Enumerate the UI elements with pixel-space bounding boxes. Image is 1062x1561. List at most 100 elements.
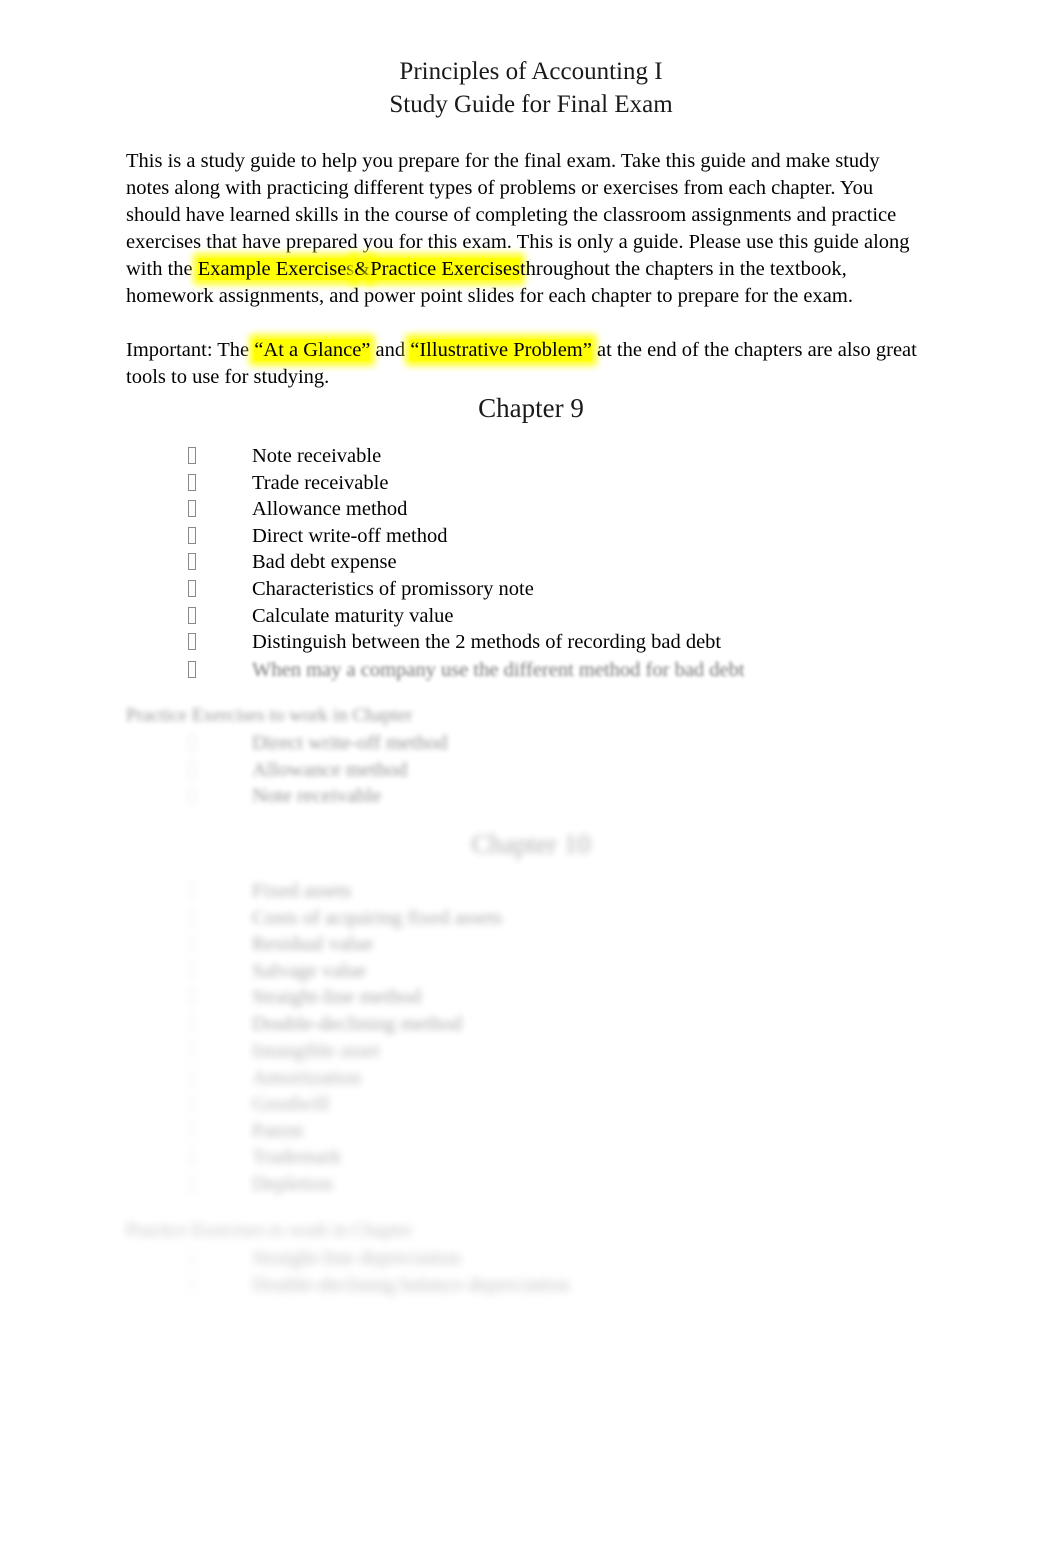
title-line-1: Principles of Accounting I [399,58,663,85]
list-item: Calculate maturity value [126,603,926,630]
bullet-icon [188,1014,196,1032]
chapter-10-practice-list: Straight-line depreciation Double-declin… [126,1245,926,1298]
chapter-9-heading: Chapter 9 [478,393,584,423]
list-item-label: Direct write-off method [252,732,448,754]
chapter-10-topic-list-continued: Intangible asset Amortization Goodwill P… [126,1038,926,1198]
list-item: Costs of acquiring fixed assets [126,905,926,932]
list-item: Characteristics of promissory note [126,576,926,603]
list-item: Straight-line depreciation [126,1245,926,1272]
bullet-icon [188,882,196,899]
list-item: Straight-line method [126,984,926,1011]
list-item: Fixed assets [126,878,926,905]
list-item: Distinguish between the 2 methods of rec… [126,629,926,656]
list-item: Note receivable [126,783,926,810]
intro-text-segment-2: & [354,258,371,280]
bullet-icon [188,908,196,926]
list-item-label: Goodwill [252,1093,330,1116]
list-item-label: Allowance method [252,498,408,521]
list-item: Double-declining balance depreciation [126,1272,926,1299]
list-item: Residual value [126,931,926,958]
bullet-icon [188,579,196,597]
bullet-icon [188,447,196,464]
chapter-9-practice-list: Direct write-off method Allowance method… [126,730,926,810]
list-item-label: Costs of acquiring fixed assets [252,906,503,929]
list-item: Bad debt expense [126,549,926,576]
list-item: Amortization [126,1065,926,1092]
bullet-icon [188,988,196,1006]
important-paragraph: Important: The “At a Glance” and “Illust… [126,337,926,391]
list-item-label: Double-declining method [252,1012,463,1035]
list-item: Note receivable [126,443,926,470]
list-item-label: Allowance method [252,758,408,781]
list-item: Direct write-off method [126,523,926,550]
list-item-label: Note receivable [252,785,382,808]
important-text-segment-2: and [370,339,411,361]
bullet-icon [188,1121,196,1139]
bullet-icon [188,553,196,571]
bullet-icon [188,1148,196,1166]
intro-paragraph: This is a study guide to help you prepar… [126,148,926,310]
chapter-10-topic-list: Fixed assets Costs of acquiring fixed as… [126,878,926,1038]
list-item-label: Note receivable [252,445,382,467]
list-item-label: Fixed assets [252,880,352,902]
list-item-label: Direct write-off method [252,524,448,547]
list-item: Goodwill [126,1091,926,1118]
list-item: Intangible asset [126,1038,926,1065]
list-item-label: Trademark [252,1146,342,1169]
bullet-icon [188,526,196,544]
list-item-label: Straight-line depreciation [252,1247,461,1269]
chapter-9-practice-label: Practice Exercises to work in Chapter [126,705,413,726]
chapter-10-practice-label: Practice Exercises to work in Chapter [126,1220,413,1241]
document-title: Principles of Accounting I Study Guide f… [0,55,1062,121]
bullet-icon [188,1174,196,1192]
highlight-example-exercises: Example Exercises [197,258,355,280]
bullet-icon [188,633,196,651]
bullet-icon [188,935,196,953]
title-line-2: Study Guide for Final Exam [389,91,673,118]
highlight-illustrative-problem: “Illustrative Problem” [410,339,592,361]
document-page: Principles of Accounting I Study Guide f… [0,0,1062,1561]
list-item-label: Residual value [252,933,374,956]
bullet-icon [188,473,196,491]
bullet-icon [188,1068,196,1086]
bullet-icon [188,1042,196,1059]
list-item-label: Straight-line method [252,986,422,1009]
bullet-icon [188,1249,196,1266]
bullet-icon [188,787,196,805]
highlight-at-a-glance: “At a Glance” [254,339,371,361]
list-item-label: Patent [252,1119,304,1142]
list-item: Patent [126,1118,926,1145]
list-item: Allowance method [126,757,926,784]
bullet-icon [188,734,196,751]
list-item-label: Intangible asset [252,1040,381,1062]
list-item: Salvage value [126,958,926,985]
list-item-label: When may a company use the different met… [252,659,745,681]
list-item-label: Amortization [252,1066,362,1089]
bullet-icon [188,760,196,778]
list-item-label: Depletion [252,1172,333,1195]
bullet-icon [188,500,196,518]
bullet-icon [188,961,196,979]
list-item-label: Salvage value [252,959,367,982]
list-item-label: Characteristics of promissory note [252,577,534,600]
bullet-icon [188,606,196,624]
list-item: Trademark [126,1144,926,1171]
bullet-icon [188,1275,196,1293]
bullet-icon [188,661,196,678]
list-item: Depletion [126,1171,926,1198]
list-item-label: Trade receivable [252,471,389,494]
important-text-segment-1: Important: The [126,339,255,361]
list-item: Trade receivable [126,470,926,497]
chapter-9-topic-list: Note receivable Trade receivable Allowan… [126,443,926,656]
list-item: When may a company use the different met… [126,657,926,684]
list-item: Allowance method [126,496,926,523]
highlight-practice-exercises: Practice Exercises [370,258,520,280]
list-item-label: Bad debt expense [252,551,397,574]
list-item-label: Calculate maturity value [252,604,454,627]
chapter-10-heading: Chapter 10 [471,829,591,859]
list-item: Double-declining method [126,1011,926,1038]
list-item-label: Double-declining balance depreciation [252,1273,570,1296]
bullet-icon [188,1095,196,1113]
list-item: Direct write-off method [126,730,926,757]
list-item-label: Distinguish between the 2 methods of rec… [252,631,722,654]
